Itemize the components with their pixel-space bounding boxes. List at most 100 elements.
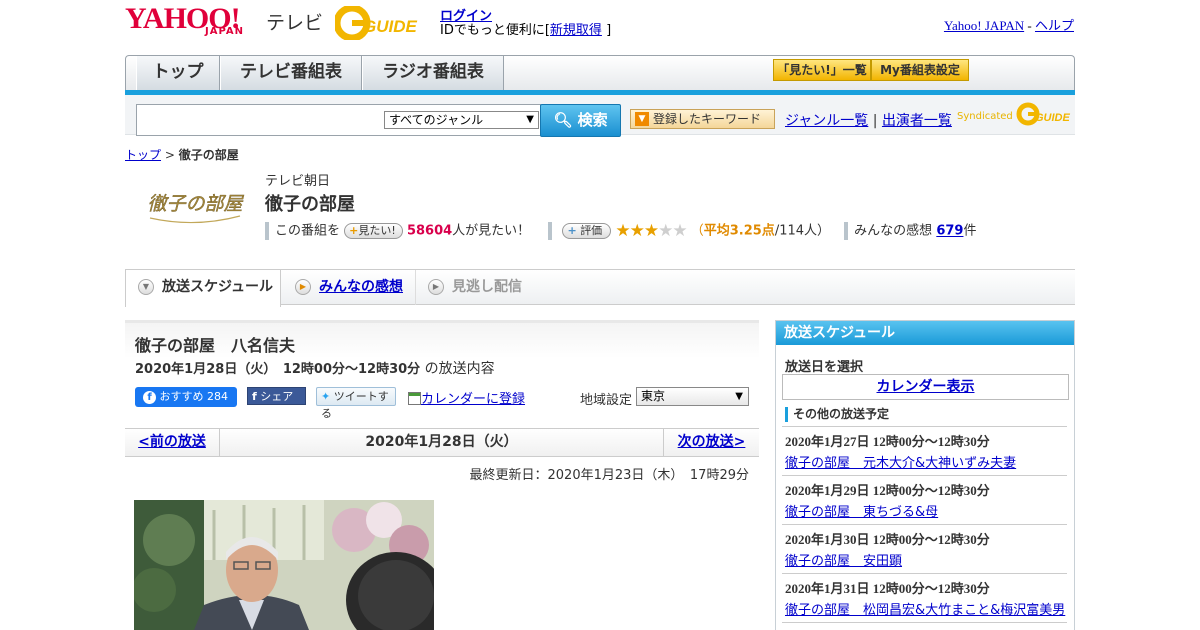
region-label: 地域設定 [580,393,633,408]
rating-people: /114人） [774,223,831,239]
mitai-suffix: 人が見たい！ [452,223,531,239]
episode-date: 2020年1月28日（火） 12時00分～12時30分 [135,362,421,377]
mitai-list-button[interactable]: 「見たい!」一覧 [773,59,871,81]
calendar-view-link[interactable]: カレンダー表示 [877,379,975,395]
mitai-button[interactable]: +見たい! [344,223,403,239]
comments-suffix: 件 [963,223,977,239]
login-prompt: IDでもっと便利に[新規取得 ] [440,19,611,38]
calendar-icon [408,392,421,405]
facebook-share-button[interactable]: f シェア [247,387,306,405]
facebook-recommend-count: 284 [207,390,228,403]
search-links-divider: | [872,113,878,129]
channel-name: テレビ朝日 [265,174,331,189]
facebook-icon: f [143,390,156,404]
breadcrumb-separator: > [161,148,179,162]
facebook-recommend-label: おすすめ [159,390,204,403]
broadcast-datetime: 2020年1月31日 12時00分～12時30分 [785,581,990,596]
star-empty-icon: ★ [672,221,687,241]
facebook-icon: f [252,390,257,403]
triangle-down-icon: ▼ [635,112,649,126]
top-links: Yahoo! JAPAN - ヘルプ [944,15,1074,34]
breadcrumb-current: 徹子の部屋 [178,148,239,162]
main-nav: トップ テレビ番組表 ラジオ番組表 「見たい!」一覧 My番組表設定 [125,55,1075,95]
calendar-view-button[interactable]: カレンダー表示 [782,374,1069,400]
my-schedule-settings-button[interactable]: My番組表設定 [871,59,969,81]
registered-keywords-label: 登録したキーワード [653,112,762,126]
help-link[interactable]: ヘルプ [1035,18,1074,33]
signup-link[interactable]: 新規取得 [550,23,602,38]
list-item: 2020年1月29日 12時00分～12時30分 徹子の部屋 東ちづる&母 [782,475,1067,520]
tweet-label: ツイートする [321,390,389,420]
nav-tab-radio-schedule[interactable]: ラジオ番組表 [362,56,504,91]
tab-broadcast-schedule[interactable]: ▼ 放送スケジュール [125,270,281,307]
breadcrumb: トップ > 徹子の部屋 [125,146,239,163]
other-broadcasts-heading: その他の放送予定 [785,407,889,422]
login-prompt-prefix: IDでもっと便利に[ [440,23,550,38]
tab-reviews[interactable]: ▶ みんなの感想 [283,270,415,305]
next-episode-cell: 次の放送> [663,429,759,456]
comments-count-link[interactable]: 679 [936,224,963,239]
rate-button[interactable]: + 評価 [562,223,612,239]
rate-button-label: 評価 [580,224,603,237]
broadcast-datetime: 2020年1月30日 12時00分～12時30分 [785,532,990,547]
search-links: ジャンル一覧 | 出演者一覧 [785,110,952,130]
tab-catchup-streaming[interactable]: ▶ 見逃し配信 [415,270,545,305]
sidebar-schedule: 放送スケジュール 放送日を選択 カレンダー表示 その他の放送予定 2020年1月… [775,320,1075,630]
list-item: 2020年1月30日 12時00分～12時30分 徹子の部屋 安田顕 [782,524,1067,569]
plus-icon: + [567,224,577,237]
play-icon: ▶ [295,279,311,295]
chevron-down-icon: ▼ [735,391,743,402]
calendar-register-link[interactable]: カレンダーに登録 [421,392,525,407]
broadcast-title-link[interactable]: 徹子の部屋 元木大介&大神いずみ夫妻 [785,452,1067,471]
cast-list-link[interactable]: 出演者一覧 [882,113,952,129]
chevron-down-icon: ▼ [138,279,154,295]
yahoo-japan-link[interactable]: Yahoo! JAPAN [944,18,1024,33]
comments-prefix: みんなの感想 [854,223,933,239]
nav-tab-tv-schedule[interactable]: テレビ番組表 [220,56,362,91]
region-select-value: 東京 [641,389,666,403]
plus-icon: + [349,224,359,237]
tab-catchup-streaming-label: 見逃し配信 [452,279,522,295]
episode-title: 徹子の部屋 八名信夫 [135,336,296,355]
broadcast-title-link[interactable]: 徹子の部屋 東ちづる&母 [785,501,1067,520]
episode-date-suffix: の放送内容 [424,361,495,377]
stats-divider [265,222,269,240]
broadcast-title-link[interactable]: 徹子の部屋 松岡昌宏&大竹まこと&梅沢富美男 [785,599,1067,618]
star-icon: ★ [629,221,645,241]
episode-datetime: 2020年1月28日（火） 12時00分～12時30分 の放送内容 [135,358,495,378]
svg-text:GUIDE: GUIDE [1035,112,1071,124]
star-icon: ★ [615,221,630,241]
nav-tab-top[interactable]: トップ [136,56,220,91]
prev-episode-link[interactable]: <前の放送 [138,434,206,450]
search-button-label: 検索 [577,111,608,129]
episode-navigation: <前の放送 2020年1月28日（火） 次の放送> [125,428,759,457]
program-logo-text: 徹子の部屋 [147,193,244,215]
top-links-separator: - [1027,18,1032,33]
play-icon: ▶ [428,279,444,295]
calendar-register: カレンダーに登録 [408,388,525,407]
facebook-share-label: シェア [260,390,294,403]
tab-broadcast-schedule-label: 放送スケジュール [162,279,274,295]
gguide-logo: GUIDE [335,6,418,40]
facebook-recommend-button[interactable]: f おすすめ 284 [135,387,237,407]
registered-keywords-button[interactable]: ▼ 登録したキーワード [630,109,775,129]
program-title: 徹子の部屋 [265,194,355,215]
list-item: 2020年1月31日 12時00分～12時30分 徹子の部屋 松岡昌宏&大竹まこ… [782,573,1067,618]
next-episode-link[interactable]: 次の放送> [678,434,746,450]
broadcast-title-link[interactable]: 徹子の部屋 安田顕 [785,550,1067,569]
program-subtabs: ▼ 放送スケジュール ▶ みんなの感想 ▶ 見逃し配信 [125,269,1075,307]
login-prompt-suffix: ] [606,23,612,38]
gguide-small-logo: GUIDE [1016,102,1071,126]
genre-list-link[interactable]: ジャンル一覧 [785,113,868,129]
rating-open: （ [690,223,704,239]
chevron-down-icon: ▼ [526,114,534,125]
tweet-button[interactable]: ✦ ツイートする [316,387,396,420]
genre-select[interactable]: すべてのジャンル ▼ [384,111,539,129]
broadcast-datetime: 2020年1月27日 12時00分～12時30分 [785,434,990,449]
tv-logo-text[interactable]: テレビ [266,8,323,35]
region-select[interactable]: 東京 ▼ [636,387,749,406]
broadcast-datetime: 2020年1月29日 12時00分～12時30分 [785,483,990,498]
breadcrumb-top-link[interactable]: トップ [125,148,161,162]
search-button[interactable]: 🔍︎ 検索 [540,104,621,137]
episode-photo [134,500,434,630]
